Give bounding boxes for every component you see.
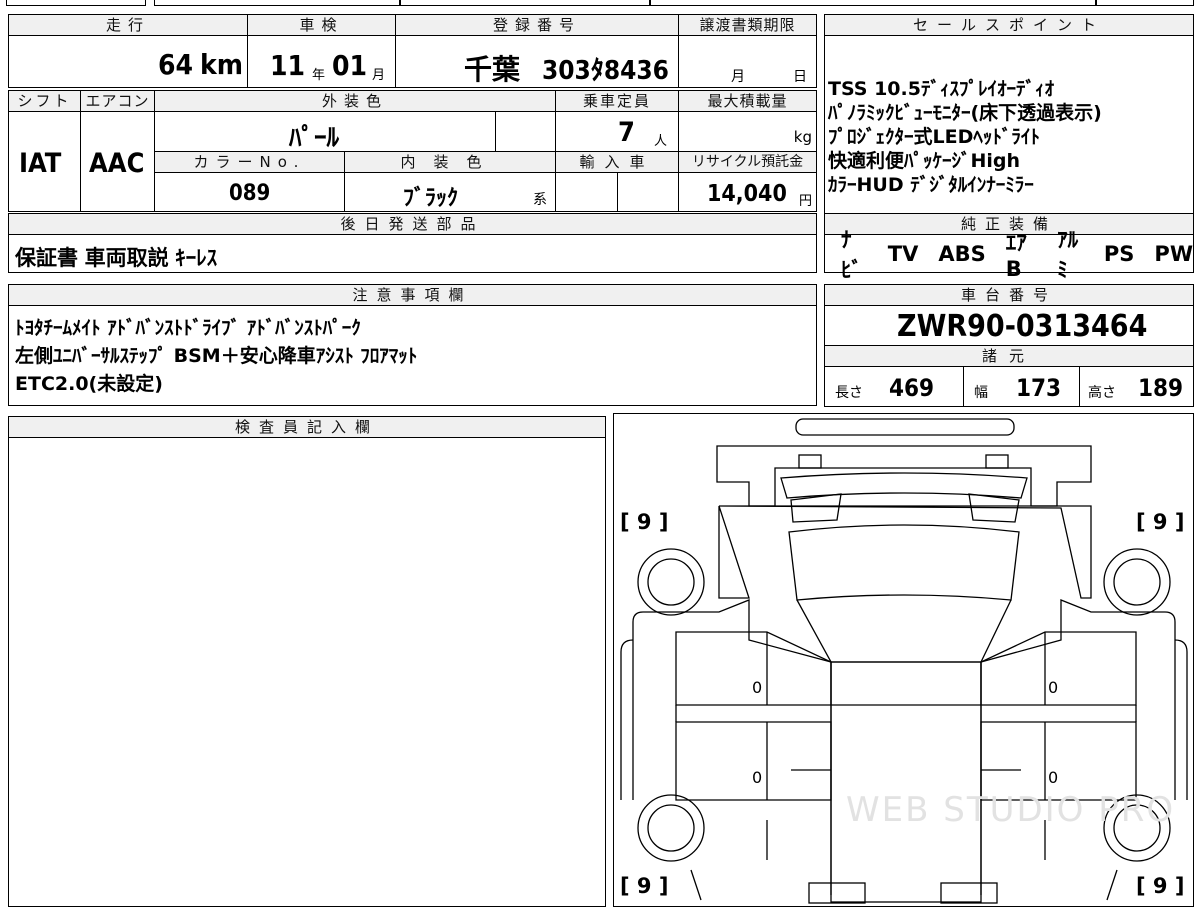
specs-length-cell: 長さ 469 (824, 366, 964, 407)
exterior-color-extra-cell (495, 111, 556, 152)
recycle-value: 14,040 (707, 181, 787, 207)
equipment-item: PW (1154, 242, 1193, 266)
capacity-value: 7 (618, 117, 635, 148)
interior-suffix: 系 (533, 192, 547, 208)
aircon-header: エアコン (80, 90, 155, 112)
equipment-item: ABS (938, 242, 986, 266)
mileage-cell: 64 km (8, 35, 248, 88)
inspector-header: 検査員記入欄 (8, 416, 606, 438)
recycle-unit: 円 (798, 194, 812, 209)
specs-width-cell: 幅 173 (963, 366, 1080, 407)
transfer-deadline-cell: 月 日 (678, 35, 817, 88)
watermark: WEB STUDIO PRO (846, 790, 1176, 830)
inspection-header: 車検 (247, 14, 396, 36)
sales-point-line: ｶﾗｰHUD ﾃﾞｼﾞﾀﾙｲﾝﾅｰﾐﾗｰ (828, 174, 1034, 196)
chassis-no-cell: ZWR90-0313464 (824, 305, 1194, 346)
aircon-value: AAC (89, 148, 145, 179)
tire-label-front-right: [ 9 ] (1136, 510, 1185, 534)
inspection-year: 11 (270, 49, 306, 82)
door-mark: 0 (752, 768, 763, 787)
month-unit: 月 (372, 68, 386, 83)
door-mark: 0 (752, 678, 763, 697)
plate-area: 千葉 (464, 53, 521, 86)
equipment-item: ｴｱB (1005, 231, 1027, 281)
max-load-cell: kg (678, 111, 817, 152)
registration-cell: 千葉 303ﾀ8436 (395, 35, 679, 88)
car-diagram: [ 9 ] [ 9 ] [ 9 ] [ 9 ] 0 0 0 0 WEB STUD… (613, 413, 1194, 907)
equipment-item: ｱﾙﾐ (1057, 228, 1079, 282)
notes-header: 注意事項欄 (8, 284, 817, 306)
interior-color-header: 内装色 (344, 151, 556, 173)
tire-label-rear-right: [ 9 ] (1136, 874, 1185, 898)
aircon-cell: AAC (80, 111, 155, 212)
capacity-header: 乗車定員 (555, 90, 679, 112)
tire-label-rear-left: [ 9 ] (620, 874, 669, 898)
exterior-color-cell: ﾊﾟｰﾙ (154, 111, 496, 152)
shift-value: IAT (19, 148, 62, 179)
registration-header: 登録番号 (395, 14, 679, 36)
interior-color-cell: ﾌﾞﾗｯｸ 系 (344, 172, 556, 212)
width-label: 幅 (974, 385, 988, 401)
notes-line: 左側ﾕﾆﾊﾞｰｻﾙｽﾃｯﾌﾟ BSM＋安心降車ｱｼｽﾄ ﾌﾛｱﾏｯﾄ (15, 345, 418, 367)
sales-point-line: TSS 10.5ﾃﾞｨｽﾌﾟﾚｲｵｰﾃﾞｨｵ (828, 78, 1054, 100)
exterior-color-header: 外装色 (154, 90, 556, 112)
mileage-unit: km (200, 48, 243, 81)
specs-height-cell: 高さ 189 (1079, 366, 1194, 407)
height-label: 高さ (1088, 385, 1116, 401)
tire-label-front-left: [ 9 ] (620, 510, 669, 534)
color-no-header: カラーNo. (154, 151, 345, 173)
mileage-header: 走行 (8, 14, 248, 36)
genuine-equipment-cell: ﾅﾋﾞ TV ABS ｴｱB ｱﾙﾐ PS PW (824, 228, 1194, 282)
max-load-header: 最大積載量 (678, 90, 817, 112)
top-cutoff-strip (6, 0, 1194, 8)
width-value: 173 (1016, 374, 1062, 402)
specs-header: 諸元 (824, 345, 1194, 367)
door-mark: 0 (1048, 678, 1059, 697)
sales-point-header: セールスポイント (824, 14, 1194, 36)
color-no-value: 089 (229, 181, 271, 206)
exterior-color-value: ﾊﾟｰﾙ (289, 123, 340, 152)
later-parts-cell: 保証書 車両取説 ｷｰﾚｽ (8, 234, 817, 273)
capacity-unit: 人 (654, 134, 668, 149)
recycle-cell: 14,040 円 (678, 172, 817, 212)
notes-line: ﾄﾖﾀﾁｰﾑﾒｲﾄ ｱﾄﾞﾊﾞﾝｽﾄﾄﾞﾗｲﾌﾞ ｱﾄﾞﾊﾞﾝｽﾄﾊﾟｰｸ (15, 317, 361, 339)
inspection-month: 01 (332, 49, 368, 82)
deadline-month-label: 月 (731, 69, 745, 85)
year-unit: 年 (312, 68, 326, 83)
chassis-no-value: ZWR90-0313464 (897, 309, 1148, 344)
color-no-cell: 089 (154, 172, 345, 212)
inspector-cell (8, 437, 606, 907)
later-parts-header: 後日発送部品 (8, 213, 817, 235)
capacity-cell: 7 人 (555, 111, 679, 152)
door-mark: 0 (1048, 768, 1059, 787)
notes-cell: ﾄﾖﾀﾁｰﾑﾒｲﾄ ｱﾄﾞﾊﾞﾝｽﾄﾄﾞﾗｲﾌﾞ ｱﾄﾞﾊﾞﾝｽﾄﾊﾟｰｸ 左側… (8, 305, 817, 406)
length-value: 469 (889, 374, 935, 402)
equipment-item: ﾅﾋﾞ (841, 228, 862, 282)
sales-point-line: ﾊﾟﾉﾗﾐｯｸﾋﾞｭｰﾓﾆﾀｰ(床下透過表示) (828, 102, 1102, 124)
transfer-deadline-header: 譲渡書類期限 (678, 14, 817, 36)
sales-point-line: 快適利便ﾊﾟｯｹｰｼﾞHigh (828, 150, 1021, 172)
sales-point-cell: TSS 10.5ﾃﾞｨｽﾌﾟﾚｲｵｰﾃﾞｨｵ ﾊﾟﾉﾗﾐｯｸﾋﾞｭｰﾓﾆﾀｰ(床… (824, 35, 1194, 214)
notes-line: ETC2.0(未設定) (15, 373, 163, 395)
interior-color-value: ﾌﾞﾗｯｸ (403, 186, 459, 211)
import-cell-b (617, 172, 679, 212)
recycle-header: リサイクル預託金 (678, 151, 817, 173)
mileage-value: 64 (157, 48, 193, 81)
max-load-unit: kg (793, 128, 812, 146)
shift-cell: IAT (8, 111, 81, 212)
plate-number: 303ﾀ8436 (542, 56, 669, 86)
import-header: 輸入車 (555, 151, 679, 173)
sales-point-line: ﾌﾟﾛｼﾞｪｸﾀｰ式LEDﾍｯﾄﾞﾗｲﾄ (828, 126, 1040, 148)
deadline-day-label: 日 (793, 69, 807, 85)
chassis-no-header: 車台番号 (824, 284, 1194, 306)
equipment-item: PS (1103, 242, 1135, 266)
later-parts-value: 保証書 車両取説 ｷｰﾚｽ (15, 246, 218, 270)
shift-header: シフト (8, 90, 81, 112)
length-label: 長さ (835, 385, 863, 401)
height-value: 189 (1138, 374, 1184, 402)
inspection-cell: 11 年 01 月 (247, 35, 396, 88)
equipment-item: TV (887, 242, 919, 266)
import-cell-a (555, 172, 618, 212)
